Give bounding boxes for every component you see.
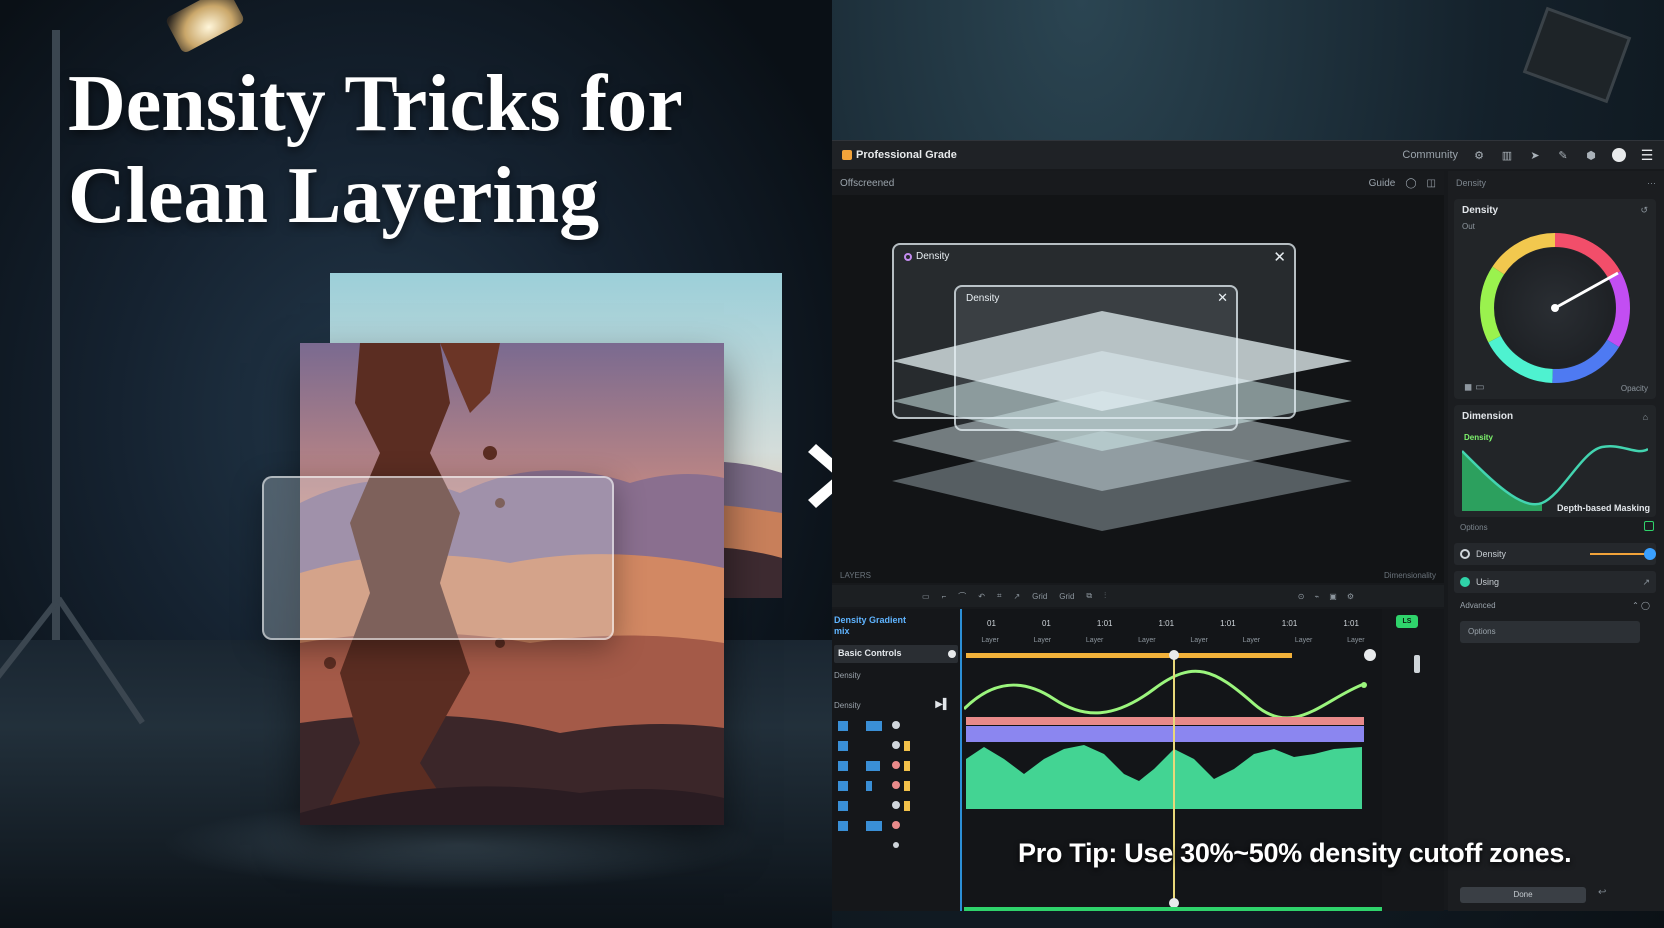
timeline-toolbar: ▭ ⌐ ⌒ ↶ ⌗ ↗ Grid Grid ⧉ ⫶ ⊙ ⌁ ▣ ⚙: [832, 585, 1444, 607]
close-icon[interactable]: ✕: [1273, 248, 1286, 266]
curve-card: Dimension ⌂ Density Depth-based Masking: [1454, 405, 1656, 517]
advanced-row-label: Advanced: [1460, 601, 1496, 610]
layout-icon[interactable]: ▥: [1500, 148, 1514, 162]
studio-scene: Density Tricks for Clean Layering: [0, 0, 832, 928]
lock-icon[interactable]: ⌂: [1643, 412, 1648, 422]
track-list: Density Gradient mix Basic Controls Dens…: [832, 609, 962, 911]
title-bar-actions: Community ⚙ ▥ ➤ ✎ ⬢ ☰: [1402, 147, 1654, 163]
density-dialog-outer-title: Density: [904, 251, 949, 262]
status-badge: LS: [1396, 615, 1418, 628]
eyedropper-icon[interactable]: ◼ ▭: [1464, 382, 1485, 393]
viewer-footer-left: LAYERS: [840, 570, 871, 580]
chevron-right-icon: [808, 444, 832, 508]
viewer-footer-right: Dimensionality: [1383, 570, 1436, 580]
panel-options-icon[interactable]: ⋯: [1647, 178, 1656, 189]
user-avatar-icon[interactable]: [1612, 148, 1626, 162]
studio-light-icon: [164, 0, 246, 55]
curve-card-title-text: Dimension: [1462, 411, 1514, 422]
dialog-outer-title-text: Density: [916, 251, 950, 262]
viewer-footer: LAYERS Dimensionality: [832, 567, 1444, 583]
settings-icon[interactable]: ⚙: [1347, 592, 1354, 601]
using-row-label: Using: [1476, 577, 1500, 587]
link-icon[interactable]: ⌁: [1314, 592, 1319, 601]
studio-light-icon: [1522, 6, 1632, 104]
density-radio[interactable]: [1460, 549, 1470, 559]
done-button[interactable]: Done: [1460, 887, 1586, 903]
editor-window: Professional Grade Community ⚙ ▥ ➤ ✎ ⬢ ☰…: [832, 140, 1664, 911]
color-wheel-sublabel: Out: [1462, 222, 1475, 231]
curve-tool-icon[interactable]: ⌒: [958, 591, 966, 602]
color-wheel[interactable]: [1480, 233, 1630, 383]
color-wheel-title: Density ↺: [1454, 199, 1656, 222]
undo-icon[interactable]: ↶: [978, 592, 985, 601]
using-row[interactable]: Using ↗: [1454, 571, 1656, 593]
advanced-row[interactable]: Advanced ⌃ ◯: [1460, 601, 1650, 610]
fit-icon[interactable]: ▣: [1329, 592, 1337, 601]
close-icon[interactable]: ✕: [1217, 290, 1228, 306]
crop-icon[interactable]: ⌗: [997, 591, 1002, 601]
using-radio[interactable]: [1460, 577, 1470, 587]
density-row-label: Density: [1476, 549, 1507, 559]
track-density-label-2[interactable]: Density: [834, 701, 861, 710]
opacity-label: Opacity: [1620, 384, 1648, 393]
brush-icon[interactable]: ✎: [1556, 148, 1570, 162]
title-bar: Professional Grade Community ⚙ ▥ ➤ ✎ ⬢ ☰: [832, 141, 1664, 169]
back-icon[interactable]: ↩: [1598, 887, 1606, 898]
inspector-title: Density: [1456, 178, 1487, 188]
density-slider-knob[interactable]: [1644, 548, 1656, 560]
density-slider[interactable]: [1590, 548, 1656, 560]
grid-button-2[interactable]: Grid: [1059, 592, 1074, 601]
circle-icon[interactable]: ◯: [1405, 178, 1416, 189]
headline-line-2: Clean Layering: [68, 152, 600, 240]
marker-icon[interactable]: ⫶: [1104, 591, 1106, 601]
expand-icon[interactable]: ⌃ ◯: [1632, 601, 1650, 610]
cursor-icon[interactable]: ➤: [1528, 148, 1542, 162]
density-slider-row[interactable]: Density: [1454, 543, 1656, 565]
curve-card-title: Dimension ⌂: [1454, 405, 1656, 428]
menu-icon[interactable]: ☰: [1640, 147, 1654, 163]
light-stand: [52, 30, 60, 640]
zoom-icon[interactable]: ⊙: [1298, 592, 1305, 601]
inspector-panel: Density ⋯ Density ↺ Out ◼ ▭ Opacity Dime…: [1448, 171, 1664, 911]
pro-tip-caption: Pro Tip: Use 30%~50% density cutoff zone…: [1018, 838, 1572, 868]
options-field[interactable]: Options: [1460, 621, 1640, 643]
density-dialog-inner[interactable]: Density ✕: [954, 285, 1238, 431]
grid-button[interactable]: Grid: [1032, 592, 1047, 601]
color-wheel-card: Density ↺ Out ◼ ▭ Opacity: [1454, 199, 1656, 399]
track-density-label[interactable]: Density: [834, 671, 861, 680]
track-basic-controls[interactable]: Basic Controls: [834, 645, 958, 663]
snap-icon[interactable]: ⧉: [1086, 591, 1092, 601]
checkbox-icon[interactable]: [1644, 521, 1654, 531]
color-wheel-title-text: Density: [1462, 205, 1499, 216]
timeline-panel-title: Density Gradient mix: [834, 615, 907, 636]
density-curve-graph[interactable]: [1462, 441, 1648, 511]
track-toggle[interactable]: [948, 650, 956, 658]
community-link[interactable]: Community: [1402, 149, 1458, 161]
viewer-label: Offscreened: [840, 177, 895, 189]
track-icon-grid: [838, 721, 910, 848]
reset-icon[interactable]: ↺: [1640, 205, 1648, 216]
density-indicator-icon: [904, 252, 912, 261]
split-view-icon[interactable]: ◫: [1427, 178, 1436, 189]
inspector-header: Density ⋯: [1448, 171, 1664, 195]
vertical-scrollbar[interactable]: [1414, 655, 1420, 673]
headline: Density Tricks for Clean Layering: [68, 58, 768, 242]
curve-caption: Depth-based Masking: [1556, 503, 1650, 513]
select-tool-icon[interactable]: ▭: [922, 592, 930, 601]
viewer-panel: Offscreened Guide ◯ ◫ Density ✕ Density …: [832, 171, 1444, 583]
shield-icon[interactable]: ⬢: [1584, 148, 1598, 162]
pen-icon[interactable]: ↗: [1013, 592, 1020, 601]
play-icon[interactable]: ▶▌: [935, 699, 950, 710]
range-tool-icon[interactable]: ⌐: [942, 592, 947, 601]
guide-toggle[interactable]: Guide: [1369, 178, 1396, 189]
app-title: Professional Grade: [856, 149, 957, 161]
headline-line-1: Density Tricks for: [68, 60, 683, 148]
adjust-icon[interactable]: ⚙: [1472, 148, 1486, 162]
viewer-header: Offscreened Guide ◯ ◫: [832, 171, 1444, 195]
pin-icon[interactable]: ↗: [1642, 577, 1650, 588]
app-logo-icon: [842, 150, 852, 160]
density-dialog-inner-title: Density: [966, 293, 1000, 304]
glass-overlay-panel: [262, 476, 614, 640]
options-section-label: Options: [1460, 523, 1488, 532]
